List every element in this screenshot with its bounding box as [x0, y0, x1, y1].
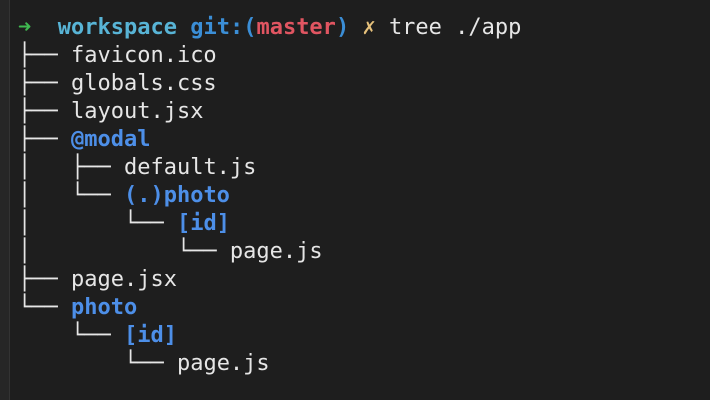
tree-entry-name: favicon.ico [70, 43, 217, 68]
tree-entry: ├── layout.jsx [18, 98, 710, 126]
tree-entry-name: page.js [229, 239, 323, 264]
tree-branch-glyph: │ └── [18, 239, 230, 264]
tree-entry: ├── @modal [18, 126, 710, 154]
prompt-branch: master [256, 15, 336, 40]
tree-branch-glyph: └── [18, 351, 177, 376]
tree-entry-name: layout.jsx [70, 99, 204, 124]
prompt-arrow-icon: ➜ [18, 15, 32, 40]
tree-folder-name: (.)photo [123, 183, 230, 208]
tree-branch-glyph: │ └── [18, 211, 177, 236]
tree-entry: │ └── [id] [18, 210, 710, 238]
terminal-window[interactable]: ➜ workspace git:(master) ✗ tree ./app ├─… [0, 0, 710, 400]
tree-entry: ├── globals.css [18, 70, 710, 98]
tree-entry-name: page.js [176, 351, 270, 376]
prompt-directory: workspace [57, 15, 177, 40]
tree-branch-glyph: ├── [18, 43, 71, 68]
tree-entry-name: default.js [123, 155, 257, 180]
prompt-branch-open: ( [243, 15, 257, 40]
dirty-marker-icon: ✗ [362, 15, 376, 40]
tree-entry-name: globals.css [70, 71, 217, 96]
prompt-command: tree ./app [388, 15, 522, 40]
tree-branch-glyph: ├── [18, 267, 71, 292]
tree-entry: ├── favicon.ico [18, 42, 710, 70]
tree-entry: └── page.js [18, 350, 710, 378]
tree-entry: ├── page.jsx [18, 266, 710, 294]
tree-entry: │ └── (.)photo [18, 182, 710, 210]
terminal-output: ➜ workspace git:(master) ✗ tree ./app ├─… [18, 14, 710, 378]
tree-branch-glyph: ├── [18, 127, 71, 152]
tree-folder-name: @modal [70, 127, 151, 152]
prompt-git-label: git: [190, 15, 244, 40]
tree-branch-glyph: └── [18, 323, 124, 348]
terminal-gutter [0, 0, 10, 400]
tree-folder-name: [id] [176, 211, 230, 236]
tree-entry: │ ├── default.js [18, 154, 710, 182]
tree-branch-glyph: └── [18, 295, 71, 320]
tree-entry: └── [id] [18, 322, 710, 350]
tree-branch-glyph: │ ├── [18, 155, 124, 180]
tree-entry: │ └── page.js [18, 238, 710, 266]
tree-entry: └── photo [18, 294, 710, 322]
tree-branch-glyph: │ └── [18, 183, 124, 208]
tree-folder-name: photo [70, 295, 138, 320]
tree-branch-glyph: ├── [18, 99, 71, 124]
prompt-line: ➜ workspace git:(master) ✗ tree ./app [18, 14, 710, 42]
tree-folder-name: [id] [123, 323, 177, 348]
prompt-branch-close: ) [335, 15, 350, 40]
tree-entry-name: page.jsx [70, 267, 177, 292]
tree-branch-glyph: ├── [18, 71, 71, 96]
